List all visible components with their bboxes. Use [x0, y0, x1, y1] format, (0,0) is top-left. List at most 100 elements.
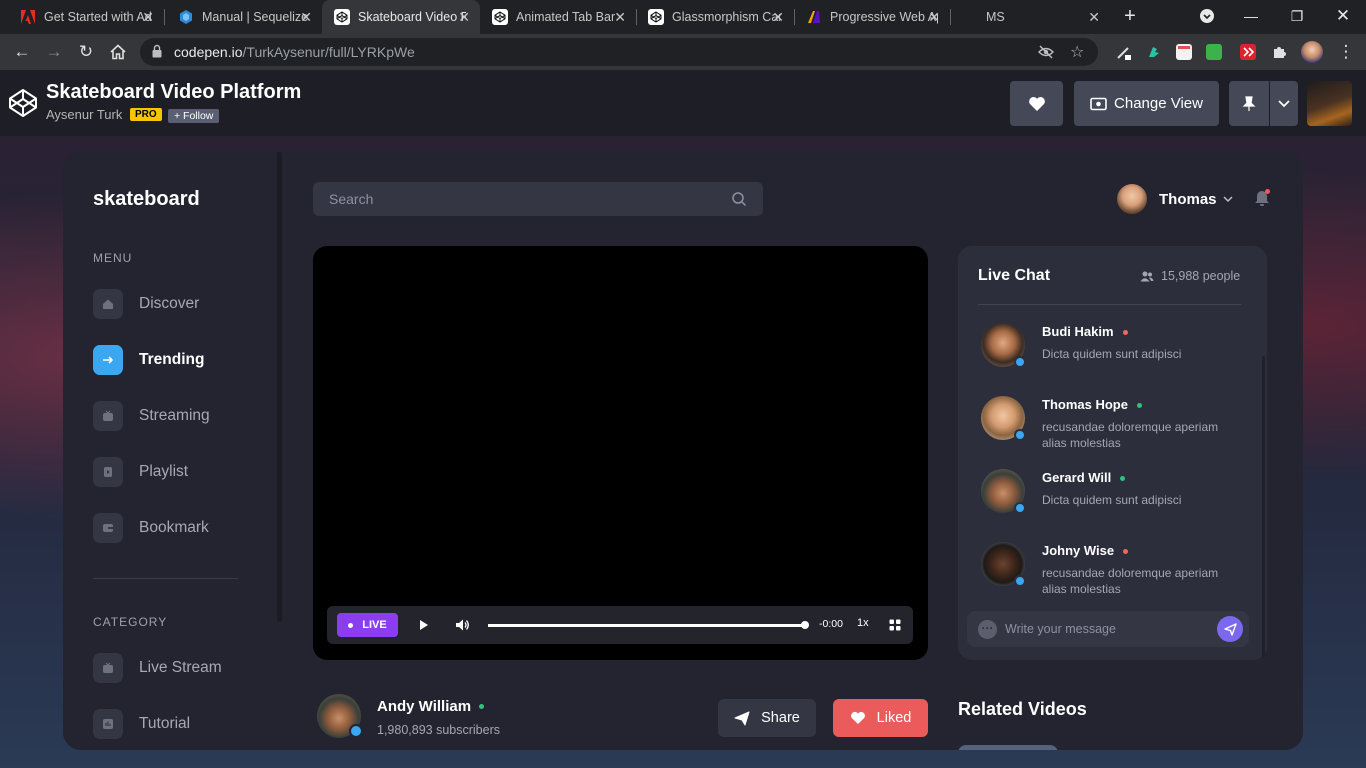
- status-dot: [1122, 330, 1128, 336]
- sidebar-item-playlist[interactable]: Playlist: [93, 457, 263, 487]
- close-icon[interactable]: ✕: [300, 9, 312, 26]
- chat-username: Budi Hakim: [1042, 324, 1114, 339]
- sidebar-item-discover[interactable]: Discover: [93, 289, 263, 319]
- progress-knob[interactable]: [801, 621, 809, 629]
- new-tab-button[interactable]: +: [1119, 5, 1141, 27]
- forward-arrow-icon[interactable]: →: [42, 40, 66, 64]
- codepen-icon: [648, 9, 664, 25]
- sidebar-item-tutorial[interactable]: Tutorial: [93, 709, 263, 739]
- progress-bar[interactable]: [488, 624, 805, 627]
- chat-divider: [978, 304, 1241, 305]
- video-player[interactable]: LIVE -0:00 1x: [313, 246, 928, 660]
- related-video-thumbnail[interactable]: [958, 745, 1058, 750]
- browser-toolbar: ← → ↻ codepen.io/TurkAysenur/full/LYRKpW…: [0, 34, 1366, 70]
- media-extension-icon[interactable]: [1240, 44, 1256, 60]
- sidebar-item-bookmark[interactable]: Bookmark: [93, 513, 263, 543]
- status-dot: [1123, 549, 1129, 555]
- browser-tab[interactable]: Manual | Sequelize ✕: [166, 0, 322, 34]
- sequelize-icon: [178, 9, 194, 25]
- close-icon[interactable]: ✕: [928, 9, 940, 26]
- tv-icon: [93, 653, 123, 683]
- browser-tab-strip: Get Started with Ad ✕ Manual | Sequelize…: [0, 0, 1366, 34]
- heart-icon: [1028, 96, 1045, 111]
- chevron-down-icon: [1222, 195, 1233, 202]
- browser-tab[interactable]: Progressive Web Ap ✕: [794, 0, 950, 34]
- pin-menu-button[interactable]: [1270, 81, 1298, 126]
- back-arrow-icon[interactable]: ←: [10, 40, 34, 64]
- pro-badge: PRO: [130, 108, 162, 121]
- profile-avatar[interactable]: [1301, 41, 1323, 63]
- chat-input-bar[interactable]: ···: [967, 611, 1249, 647]
- adobe-icon: [20, 9, 36, 25]
- sidebar-item-trending[interactable]: Trending: [93, 345, 263, 375]
- related-videos-title: Related Videos: [958, 699, 1087, 719]
- browser-tab[interactable]: Animated Tab Bar ✕: [480, 0, 636, 34]
- chevron-down-icon: [1278, 99, 1290, 107]
- restore-icon[interactable]: ❐: [1282, 4, 1312, 28]
- pen-author[interactable]: Aysenur Turk: [46, 107, 122, 122]
- reload-icon[interactable]: ↻: [74, 40, 98, 64]
- emoji-icon[interactable]: ···: [978, 620, 997, 639]
- browser-tab[interactable]: Get Started with Ad ✕: [8, 0, 164, 34]
- pen-extension-icon[interactable]: [1116, 44, 1132, 60]
- tv-icon: [93, 401, 123, 431]
- subscriber-count: 1,980,893 subscribers: [377, 723, 500, 737]
- pin-button[interactable]: [1229, 81, 1269, 126]
- search-input[interactable]: [313, 182, 723, 216]
- minimize-icon[interactable]: —: [1236, 4, 1266, 28]
- follow-button[interactable]: + Follow: [168, 109, 220, 123]
- brand-logo[interactable]: skateboard: [93, 188, 200, 211]
- close-icon[interactable]: ✕: [614, 9, 626, 26]
- menu-section-title: MENU: [93, 251, 133, 265]
- change-view-button[interactable]: Change View: [1074, 81, 1219, 126]
- share-button[interactable]: Share: [718, 699, 816, 737]
- eye-off-icon[interactable]: [1038, 42, 1054, 65]
- close-icon[interactable]: ✕: [458, 9, 470, 26]
- browser-tab[interactable]: MS ✕: [962, 0, 1110, 34]
- tab-search-icon[interactable]: [1192, 4, 1222, 28]
- more-menu-icon[interactable]: ⋮: [1334, 40, 1358, 64]
- close-icon[interactable]: ✕: [142, 9, 154, 26]
- photos-extension-icon[interactable]: [1206, 44, 1222, 60]
- bird-extension-icon[interactable]: [1146, 44, 1162, 60]
- liked-button[interactable]: Liked: [833, 699, 928, 737]
- puzzle-extensions-icon[interactable]: [1271, 44, 1287, 60]
- chat-username: Johny Wise: [1042, 543, 1115, 558]
- chat-message-input[interactable]: [1005, 611, 1205, 647]
- home-icon[interactable]: [106, 40, 130, 64]
- chat-text: Dicta quidem sunt adipisci: [1042, 347, 1182, 361]
- browser-tab[interactable]: Glassmorphism Card ✕: [636, 0, 794, 34]
- chat-scrollbar[interactable]: [1262, 356, 1265, 658]
- play-icon[interactable]: [419, 619, 429, 631]
- verified-icon: [349, 724, 363, 738]
- sidebar-item-streaming[interactable]: Streaming: [93, 401, 263, 431]
- trending-arrow-icon: [93, 345, 123, 375]
- window-close-icon[interactable]: ✕: [1328, 4, 1358, 28]
- playback-speed[interactable]: 1x: [857, 617, 869, 629]
- time-remaining: -0:00: [819, 618, 843, 630]
- browser-tab-active[interactable]: Skateboard Video Pl ✕: [322, 0, 480, 34]
- close-icon[interactable]: ✕: [1088, 9, 1100, 26]
- search-icon[interactable]: [731, 191, 747, 207]
- user-menu[interactable]: Thomas: [1117, 183, 1233, 215]
- user-avatar[interactable]: [1307, 81, 1352, 126]
- codepen-logo-icon[interactable]: [8, 88, 38, 118]
- sidebar-item-label: Bookmark: [139, 519, 209, 536]
- pwa-icon: [806, 9, 822, 25]
- verified-icon: [1014, 429, 1026, 441]
- notes-extension-icon[interactable]: [1176, 44, 1192, 60]
- search-bar[interactable]: [313, 182, 763, 216]
- bookmark-star-icon[interactable]: ☆: [1070, 42, 1084, 62]
- sidebar-scrollbar[interactable]: [277, 152, 282, 622]
- sidebar-item-live-stream[interactable]: Live Stream: [93, 653, 263, 683]
- send-button[interactable]: [1217, 616, 1243, 642]
- channel-name[interactable]: Andy William: [377, 698, 471, 715]
- close-icon[interactable]: ✕: [772, 9, 784, 26]
- tab-separator: [164, 9, 165, 25]
- notification-bell-icon[interactable]: [1254, 189, 1270, 207]
- volume-icon[interactable]: [455, 618, 470, 632]
- like-pen-button[interactable]: [1010, 81, 1063, 126]
- sidebar-item-label: Playlist: [139, 463, 189, 480]
- address-bar[interactable]: codepen.io/TurkAysenur/full/LYRKpWe ☆: [140, 38, 1098, 66]
- fullscreen-icon[interactable]: [889, 619, 901, 631]
